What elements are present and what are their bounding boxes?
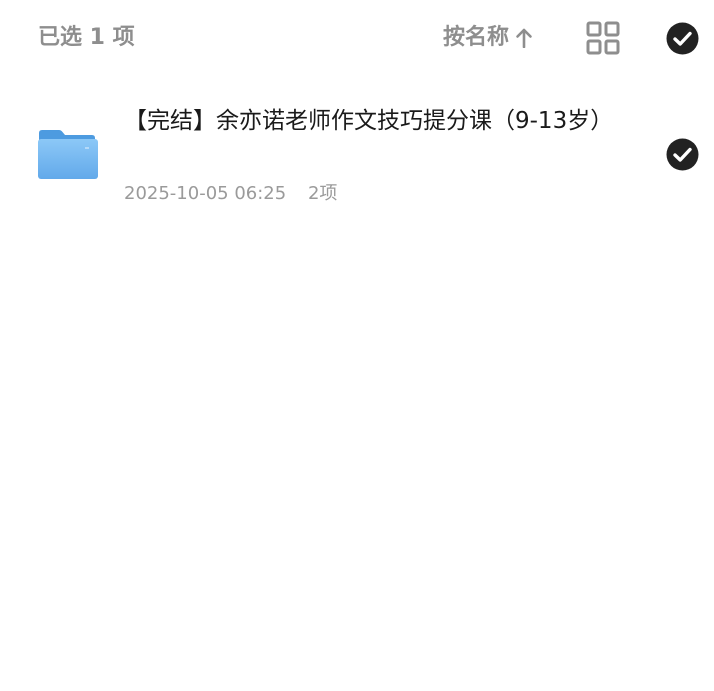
selection-toolbar: 已选 1 项 按名称 [0, 0, 714, 78]
grid-view-icon[interactable] [586, 21, 620, 55]
sort-by-name-button[interactable]: 按名称 [443, 22, 533, 54]
arrow-up-icon [515, 28, 533, 49]
sort-label: 按名称 [443, 25, 510, 50]
selected-count-label: 已选 1 项 [38, 25, 135, 50]
file-list-item[interactable]: 【完结】余亦诺老师作文技巧提分课（9-13岁） 2025-10-05 06:25… [0, 96, 714, 214]
file-name: 【完结】余亦诺老师作文技巧提分课（9-13岁） [124, 108, 614, 134]
file-select-checkbox[interactable] [666, 138, 699, 171]
file-meta: 2025-10-05 06:25 2项 [124, 182, 337, 206]
file-date: 2025-10-05 06:25 [124, 183, 287, 204]
folder-icon [37, 128, 99, 180]
file-selection-page: 已选 1 项 按名称 【完结】余亦诺老师作文技巧提分课（9-13岁） 2025-… [0, 0, 714, 691]
file-item-count: 2项 [307, 183, 338, 204]
select-all-checkbox[interactable] [666, 22, 699, 55]
check-circle-icon [666, 138, 699, 171]
check-circle-icon [666, 22, 699, 55]
